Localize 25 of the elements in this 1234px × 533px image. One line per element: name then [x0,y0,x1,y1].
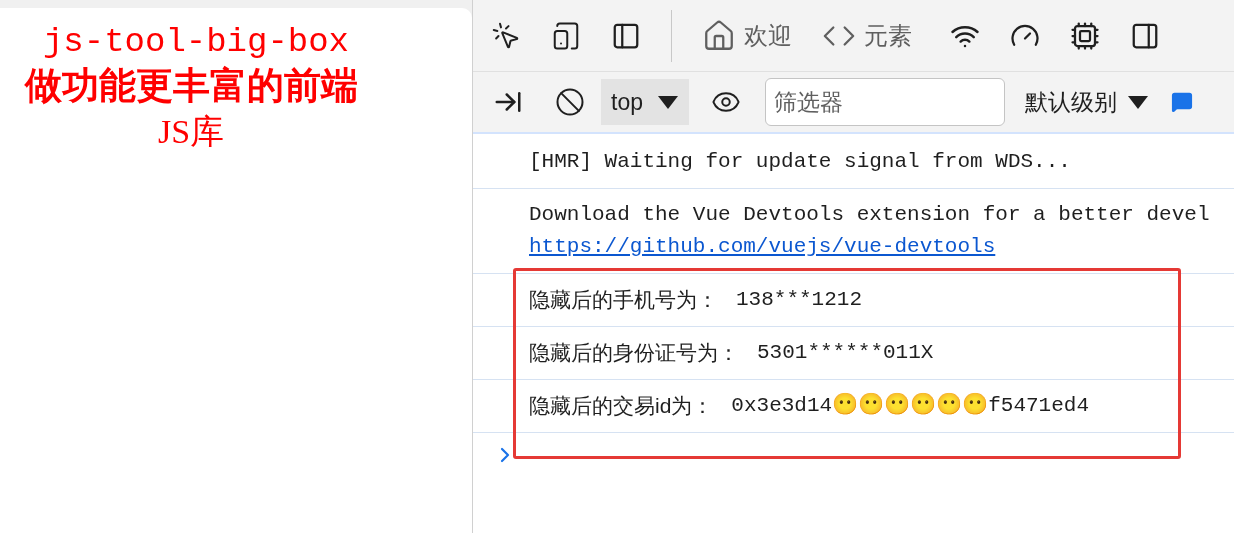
inspect-icon[interactable] [491,20,521,51]
log-value: 0x3e3d14😶😶😶😶😶😶f5471ed4 [731,392,1089,419]
log-value: 138***1212 [736,287,863,313]
caret-icon [657,94,679,110]
log-label: 隐藏后的手机号为： [529,287,718,313]
level-select[interactable]: 默认级别 [1025,84,1149,120]
console-message: [HMR] Waiting for update signal from WDS... [529,150,1071,173]
page-subtitle: 做功能更丰富的前端 [24,64,358,108]
message-icon[interactable] [1171,91,1193,113]
log-value: 5301******011X [757,340,934,366]
devtools-tab[interactable]: 欢迎 [702,0,792,71]
home-icon [702,18,736,53]
console-message: Download the Vue Devtools extension for a better devel [529,202,1211,228]
page-title: js-tool-big-box [42,22,350,63]
context-select[interactable]: top [601,79,689,125]
chip-icon[interactable] [1070,20,1100,51]
devtools-tab[interactable]: 元素 [822,0,912,71]
clear-icon[interactable] [555,87,585,117]
log-label: 隐藏后的交易id为： [529,393,714,419]
page-text: JS库 [157,112,225,152]
devtools-link[interactable]: https://github.com/vuejs/vue-devtools [529,231,996,263]
filter-field[interactable]: 筛选器 [765,78,1005,126]
caret-icon [1127,94,1149,110]
device-icon[interactable] [551,20,581,51]
log-label: 隐藏后的身份证号为： [529,340,739,366]
